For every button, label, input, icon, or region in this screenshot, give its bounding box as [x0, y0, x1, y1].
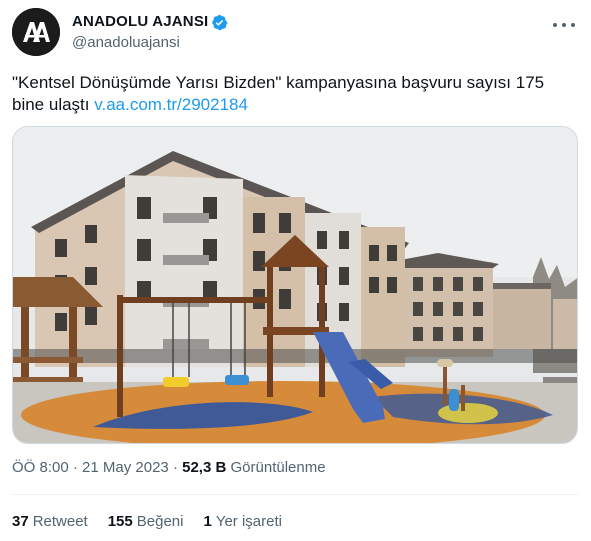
likes-label: Beğeni	[136, 513, 184, 530]
divider	[12, 494, 579, 495]
author-handle[interactable]: @anadoluajansi	[72, 33, 228, 53]
author-names: ANADOLU AJANSI @anadoluajansi	[72, 12, 228, 53]
tweet-time[interactable]: ÖÖ 8:00	[12, 459, 69, 476]
bookmarks-label: Yer işareti	[215, 513, 282, 530]
tweet: ANADOLU AJANSI @anadoluajansi "Kentsel D…	[0, 0, 591, 541]
author-display-name[interactable]: ANADOLU AJANSI	[72, 12, 228, 32]
retweets-label: Retweet	[32, 513, 88, 530]
avatar[interactable]	[12, 8, 60, 56]
bookmarks-stat[interactable]: 1 Yer işareti	[203, 512, 282, 532]
retweets-stat[interactable]: 37 Retweet	[12, 512, 88, 532]
views-count: 52,3 B	[182, 459, 227, 476]
tweet-date[interactable]: 21 May 2023	[82, 459, 169, 476]
tweet-body: "Kentsel Dönüşümde Yarısı Bizden" kampan…	[12, 73, 545, 114]
playground-photo-illustration	[13, 127, 577, 443]
meta-separator-2: ·	[172, 459, 178, 476]
tweet-header: ANADOLU AJANSI @anadoluajansi	[12, 8, 579, 60]
retweets-count: 37	[12, 513, 29, 530]
tweet-text: "Kentsel Dönüşümde Yarısı Bizden" kampan…	[12, 72, 577, 116]
display-name-text: ANADOLU AJANSI	[72, 13, 209, 30]
tweet-meta: ÖÖ 8:00 · 21 May 2023 · 52,3 B Görüntüle…	[12, 458, 326, 478]
views-label: Görüntülenme	[230, 459, 326, 476]
likes-count: 155	[107, 513, 133, 530]
verified-badge-icon	[212, 14, 228, 30]
tweet-photo[interactable]	[12, 126, 578, 444]
tweet-stats: 37 Retweet 155 Beğeni 1 Yer işareti	[12, 512, 282, 532]
more-options-icon[interactable]	[553, 16, 575, 34]
likes-stat[interactable]: 155 Beğeni	[108, 512, 184, 532]
meta-separator: ·	[72, 459, 78, 476]
aa-logo-icon	[12, 8, 60, 56]
bookmarks-count: 1	[203, 513, 212, 530]
tweet-link[interactable]: v.aa.com.tr/2902184	[94, 95, 248, 114]
